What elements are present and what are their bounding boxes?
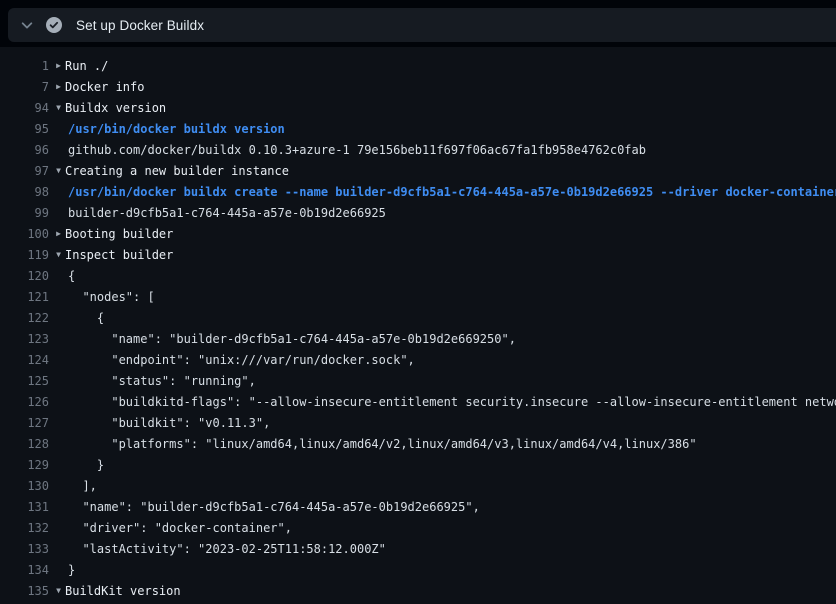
output-text: ], [68,479,836,493]
output-text: "name": "builder-d9cfb5a1-c764-445a-a57e… [68,332,836,346]
line-number[interactable]: 119 [0,248,49,262]
line-number[interactable]: 126 [0,395,49,409]
log-viewer[interactable]: 1 ▶ Run ./ 7 ▶ Docker info 94 ▼ Buildx version 95… [0,47,836,604]
line-number[interactable]: 1 [0,59,49,73]
line-number[interactable]: 124 [0,353,49,367]
output-text: "platforms": "linux/amd64,linux/amd64/v2… [68,437,836,451]
log-line: 1 ▶ Run ./ [0,55,836,76]
line-number[interactable]: 98 [0,185,49,199]
log-line: 121 "nodes": [ [0,286,836,307]
step-header[interactable]: Set up Docker Buildx [8,8,836,42]
log-line: 120 { [0,265,836,286]
log-line: 126 "buildkitd-flags": "--allow-insecure… [0,391,836,412]
command-text: /usr/bin/docker buildx version [68,122,836,136]
output-text: builder-d9cfb5a1-c764-445a-a57e-0b19d2e6… [68,206,836,220]
output-text: "nodes": [ [68,290,836,304]
log-line: 132 "driver": "docker-container", [0,517,836,538]
output-text: "driver": "docker-container", [68,521,836,535]
line-number[interactable]: 121 [0,290,49,304]
chevron-down-icon[interactable] [20,18,34,32]
log-line: 99 builder-d9cfb5a1-c764-445a-a57e-0b19d2… [0,202,836,223]
line-number[interactable]: 122 [0,311,49,325]
group-title[interactable]: Booting builder [65,227,836,241]
line-number[interactable]: 129 [0,458,49,472]
log-line: 135 ▼ BuildKit version [0,580,836,601]
log-line: 100 ▶ Booting builder [0,223,836,244]
output-text: } [68,563,836,577]
line-number[interactable]: 96 [0,143,49,157]
group-expanded-arrow-icon[interactable]: ▼ [56,587,61,595]
group-collapsed-arrow-icon[interactable]: ▶ [56,230,61,238]
line-number[interactable]: 128 [0,437,49,451]
output-text: "buildkit": "v0.11.3", [68,416,836,430]
line-number[interactable]: 133 [0,542,49,556]
group-title[interactable]: BuildKit version [65,584,836,598]
log-line: 133 "lastActivity": "2023-02-25T11:58:12… [0,538,836,559]
group-title[interactable]: Docker info [65,80,836,94]
output-text: "lastActivity": "2023-02-25T11:58:12.000… [68,542,836,556]
output-text: { [68,269,836,283]
line-number[interactable]: 100 [0,227,49,241]
log-line: 123 "name": "builder-d9cfb5a1-c764-445a-… [0,328,836,349]
group-collapsed-arrow-icon[interactable]: ▶ [56,62,61,70]
log-line: 131 "name": "builder-d9cfb5a1-c764-445a-… [0,496,836,517]
log-line: 125 "status": "running", [0,370,836,391]
group-expanded-arrow-icon[interactable]: ▼ [56,251,61,259]
log-line: 119 ▼ Inspect builder [0,244,836,265]
output-text: "endpoint": "unix:///var/run/docker.sock… [68,353,836,367]
log-line: 124 "endpoint": "unix:///var/run/docker.… [0,349,836,370]
line-number[interactable]: 134 [0,563,49,577]
output-text: "name": "builder-d9cfb5a1-c764-445a-a57e… [68,500,836,514]
group-title[interactable]: Creating a new builder instance [65,164,836,178]
log-line: 98/usr/bin/docker buildx create --name b… [0,181,836,202]
log-line: 94 ▼ Buildx version [0,97,836,118]
line-number[interactable]: 135 [0,584,49,598]
group-expanded-arrow-icon[interactable]: ▼ [56,104,61,112]
line-number[interactable]: 120 [0,269,49,283]
command-text: /usr/bin/docker buildx create --name bui… [68,185,836,199]
line-number[interactable]: 127 [0,416,49,430]
log-line: 130 ], [0,475,836,496]
log-line: 128 "platforms": "linux/amd64,linux/amd6… [0,433,836,454]
group-title[interactable]: Inspect builder [65,248,836,262]
output-text: "buildkitd-flags": "--allow-insecure-ent… [68,395,836,409]
line-number[interactable]: 132 [0,521,49,535]
group-title[interactable]: Buildx version [65,101,836,115]
group-title[interactable]: Run ./ [65,59,836,73]
log-line: 129 } [0,454,836,475]
line-number[interactable]: 95 [0,122,49,136]
output-text: github.com/docker/buildx 0.10.3+azure-1 … [68,143,836,157]
output-text: "status": "running", [68,374,836,388]
line-number[interactable]: 125 [0,374,49,388]
group-expanded-arrow-icon[interactable]: ▼ [56,167,61,175]
log-line: 127 "buildkit": "v0.11.3", [0,412,836,433]
log-line: 7 ▶ Docker info [0,76,836,97]
log-line: 95/usr/bin/docker buildx version [0,118,836,139]
log-line: 122 { [0,307,836,328]
log-line: 96 github.com/docker/buildx 0.10.3+azure-… [0,139,836,160]
output-text: { [68,311,836,325]
group-collapsed-arrow-icon[interactable]: ▶ [56,83,61,91]
log-line: 134} [0,559,836,580]
check-circle-icon [46,17,62,33]
step-title: Set up Docker Buildx [76,18,204,33]
output-text: } [68,458,836,472]
line-number[interactable]: 123 [0,332,49,346]
line-number[interactable]: 131 [0,500,49,514]
line-number[interactable]: 130 [0,479,49,493]
line-number[interactable]: 99 [0,206,49,220]
line-number[interactable]: 97 [0,164,49,178]
line-number[interactable]: 94 [0,101,49,115]
line-number[interactable]: 7 [0,80,49,94]
log-line: 97 ▼ Creating a new builder instance [0,160,836,181]
